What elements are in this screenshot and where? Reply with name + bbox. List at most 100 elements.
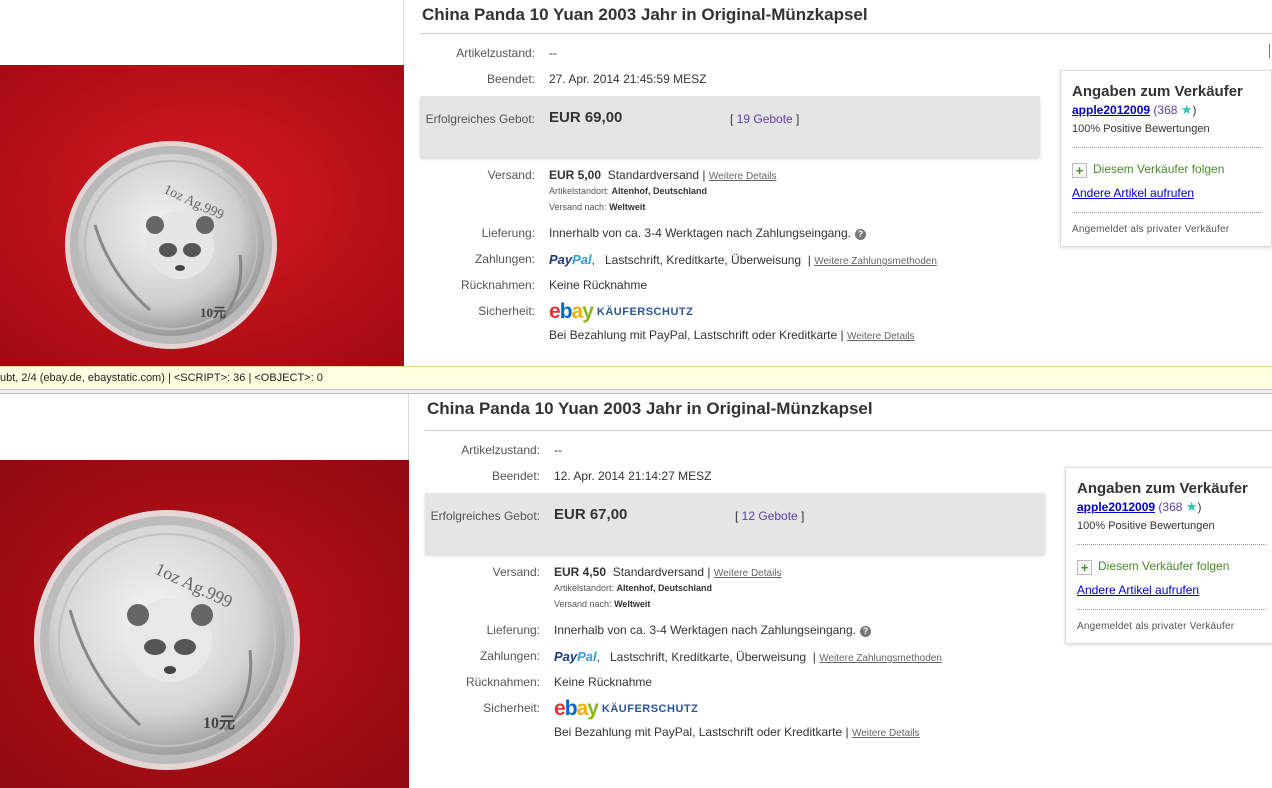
seller-info-box: Angaben zum Verkäufer apple2012009 (368 … bbox=[1060, 70, 1272, 247]
item-title: China Panda 10 Yuan 2003 Jahr in Origina… bbox=[427, 399, 873, 418]
shipping-label: Versand: bbox=[487, 168, 535, 182]
follow-seller-label: Diesem Verkäufer folgen bbox=[1093, 162, 1225, 176]
shipping-details-link[interactable]: Weitere Details bbox=[714, 568, 782, 579]
winning-bid-box: Erfolgreiches Gebot: EUR 67,00 [ 12 Gebo… bbox=[425, 493, 1045, 554]
private-seller-note: Angemeldet als privater Verkäufer bbox=[1077, 621, 1235, 632]
help-icon[interactable]: ? bbox=[854, 229, 866, 240]
location-value: Altenhof, Deutschland bbox=[616, 583, 713, 593]
ended-value: 27. Apr. 2014 21:45:59 MESZ bbox=[549, 72, 707, 86]
ebay-logo-y: y bbox=[582, 300, 594, 323]
ebay-logo-e: e bbox=[549, 300, 561, 323]
ebay-buyer-protection-logo[interactable]: ebay KÄUFERSCHUTZ bbox=[549, 300, 693, 324]
ships-to: Versand nach: Weltweit bbox=[549, 202, 645, 212]
delivery-value: Innerhalb von ca. 3-4 Werktagen nach Zah… bbox=[549, 226, 866, 240]
bid-count-link[interactable]: 19 Gebote bbox=[737, 112, 793, 126]
bid-history: [ 19 Gebote ] bbox=[730, 112, 800, 126]
delivery-value: Innerhalb von ca. 3-4 Werktagen nach Zah… bbox=[554, 623, 871, 637]
ebay-logo-a: a bbox=[576, 697, 589, 720]
other-items-link[interactable]: Andere Artikel aufrufen bbox=[1077, 583, 1199, 597]
seller-username-link[interactable]: apple2012009 bbox=[1072, 103, 1150, 117]
ebay-logo-a: a bbox=[571, 300, 584, 323]
location-label: Artikelstandort: bbox=[554, 583, 615, 593]
security-details-link[interactable]: Weitere Details bbox=[847, 331, 915, 342]
ended-label: Beendet: bbox=[486, 72, 535, 86]
feedback-score-close: ) bbox=[1197, 500, 1202, 514]
winning-bid-label: Erfolgreiches Gebot: bbox=[430, 509, 540, 523]
shipping-label: Versand: bbox=[492, 565, 540, 579]
listing-panel-2: 1oz Ag.999 10元 China Panda 10 Yuan 2003 … bbox=[0, 394, 1272, 788]
item-photo[interactable]: 1oz Ag.999 10元 bbox=[0, 460, 409, 788]
paypal-logo-part-1: Pay bbox=[554, 649, 578, 664]
positive-feedback: 100% Positive Bewertungen bbox=[1072, 123, 1210, 135]
seller-name-line: apple2012009 (368 ★) bbox=[1072, 102, 1196, 118]
shipping-method: Standardversand | bbox=[607, 168, 706, 182]
star-icon: ★ bbox=[1185, 499, 1198, 514]
paypal-logo: PayPal bbox=[549, 252, 592, 267]
paypal-logo-part-2: Pal bbox=[577, 649, 597, 664]
seller-name-line: apple2012009 (368 ★) bbox=[1077, 499, 1201, 515]
seller-username-link[interactable]: apple2012009 bbox=[1077, 500, 1155, 514]
plus-icon: + bbox=[1077, 560, 1092, 575]
positive-feedback: 100% Positive Bewertungen bbox=[1077, 520, 1215, 532]
item-image-area: 1oz Ag.999 10元 bbox=[0, 394, 409, 788]
ebay-logo-y: y bbox=[587, 697, 599, 720]
payment-methods: Lastschrift, Kreditkarte, Überweisung bbox=[610, 650, 807, 664]
shipping-method: Standardversand | bbox=[612, 565, 711, 579]
ebay-logo: ebay bbox=[549, 300, 594, 323]
ended-value: 12. Apr. 2014 21:14:27 MESZ bbox=[554, 469, 712, 483]
more-payment-methods-link[interactable]: Weitere Zahlungsmethoden bbox=[814, 256, 937, 267]
item-location: Artikelstandort: Altenhof, Deutschland bbox=[554, 583, 712, 593]
scroll-marker bbox=[1269, 44, 1270, 58]
payment-label: Zahlungen: bbox=[479, 649, 540, 663]
winning-bid-box: Erfolgreiches Gebot: EUR 69,00 [ 19 Gebo… bbox=[420, 96, 1040, 157]
ships-to-label: Versand nach: bbox=[549, 202, 607, 212]
security-label: Sicherheit: bbox=[478, 304, 535, 318]
shipping-details-link[interactable]: Weitere Details bbox=[709, 171, 777, 182]
payment-value: PayPal, Lastschrift, Kreditkarte, Überwe… bbox=[554, 649, 942, 664]
shipping-price: EUR 4,50 bbox=[554, 565, 607, 579]
condition-value: -- bbox=[549, 46, 557, 60]
ebay-logo: ebay bbox=[554, 697, 599, 720]
security-note-text: Bei Bezahlung mit PayPal, Lastschrift od… bbox=[554, 725, 849, 739]
seller-info-heading: Angaben zum Verkäufer bbox=[1072, 83, 1243, 100]
ebay-buyer-protection-logo[interactable]: ebay KÄUFERSCHUTZ bbox=[554, 697, 698, 721]
coin-photo-image: 1oz Ag.999 10元 bbox=[0, 65, 404, 366]
feedback-score-link[interactable]: 368 bbox=[1157, 103, 1177, 117]
browser-status-bar: ubt, 2/4 (ebay.de, ebaystatic.com) | <SC… bbox=[0, 366, 1272, 390]
winning-bid-price: EUR 69,00 bbox=[549, 109, 623, 126]
condition-value: -- bbox=[554, 443, 562, 457]
listing-panel-1: 1oz Ag.999 10元 China Panda 10 Yuan 2003 … bbox=[0, 0, 1272, 366]
returns-value: Keine Rücknahme bbox=[549, 278, 648, 292]
other-items-link[interactable]: Andere Artikel aufrufen bbox=[1072, 186, 1194, 200]
title-divider bbox=[420, 33, 1272, 34]
divider bbox=[1077, 544, 1266, 545]
payment-label: Zahlungen: bbox=[474, 252, 535, 266]
shipping-value: EUR 5,00 Standardversand | Weitere Detai… bbox=[549, 168, 777, 182]
bid-count-link[interactable]: 12 Gebote bbox=[742, 509, 798, 523]
follow-seller-button[interactable]: + Diesem Verkäufer folgen bbox=[1072, 162, 1224, 178]
kauferschutz-text: KÄUFERSCHUTZ bbox=[601, 703, 699, 715]
security-note: Bei Bezahlung mit PayPal, Lastschrift od… bbox=[549, 328, 915, 342]
condition-label: Artikelzustand: bbox=[461, 443, 540, 457]
ebay-logo-b: b bbox=[564, 697, 578, 720]
security-note-text: Bei Bezahlung mit PayPal, Lastschrift od… bbox=[549, 328, 844, 342]
item-photo[interactable]: 1oz Ag.999 10元 bbox=[0, 65, 404, 366]
shipping-value: EUR 4,50 Standardversand | Weitere Detai… bbox=[554, 565, 782, 579]
ships-to-value: Weltweit bbox=[609, 202, 646, 212]
follow-seller-button[interactable]: + Diesem Verkäufer folgen bbox=[1077, 559, 1229, 575]
delivery-text: Innerhalb von ca. 3-4 Werktagen nach Zah… bbox=[554, 623, 856, 637]
shipping-price: EUR 5,00 bbox=[549, 168, 602, 182]
security-note: Bei Bezahlung mit PayPal, Lastschrift od… bbox=[554, 725, 920, 739]
svg-text:10元: 10元 bbox=[200, 305, 226, 320]
feedback-score-link[interactable]: 368 bbox=[1162, 500, 1182, 514]
help-icon[interactable]: ? bbox=[859, 626, 871, 637]
private-seller-note: Angemeldet als privater Verkäufer bbox=[1072, 224, 1230, 235]
returns-value: Keine Rücknahme bbox=[554, 675, 653, 689]
bid-history: [ 12 Gebote ] bbox=[735, 509, 805, 523]
more-payment-methods-link[interactable]: Weitere Zahlungsmethoden bbox=[819, 653, 942, 664]
divider bbox=[1072, 147, 1261, 148]
coin-photo-image: 1oz Ag.999 10元 bbox=[0, 460, 409, 788]
security-details-link[interactable]: Weitere Details bbox=[852, 728, 920, 739]
condition-label: Artikelzustand: bbox=[456, 46, 535, 60]
returns-label: Rücknahmen: bbox=[460, 278, 535, 292]
